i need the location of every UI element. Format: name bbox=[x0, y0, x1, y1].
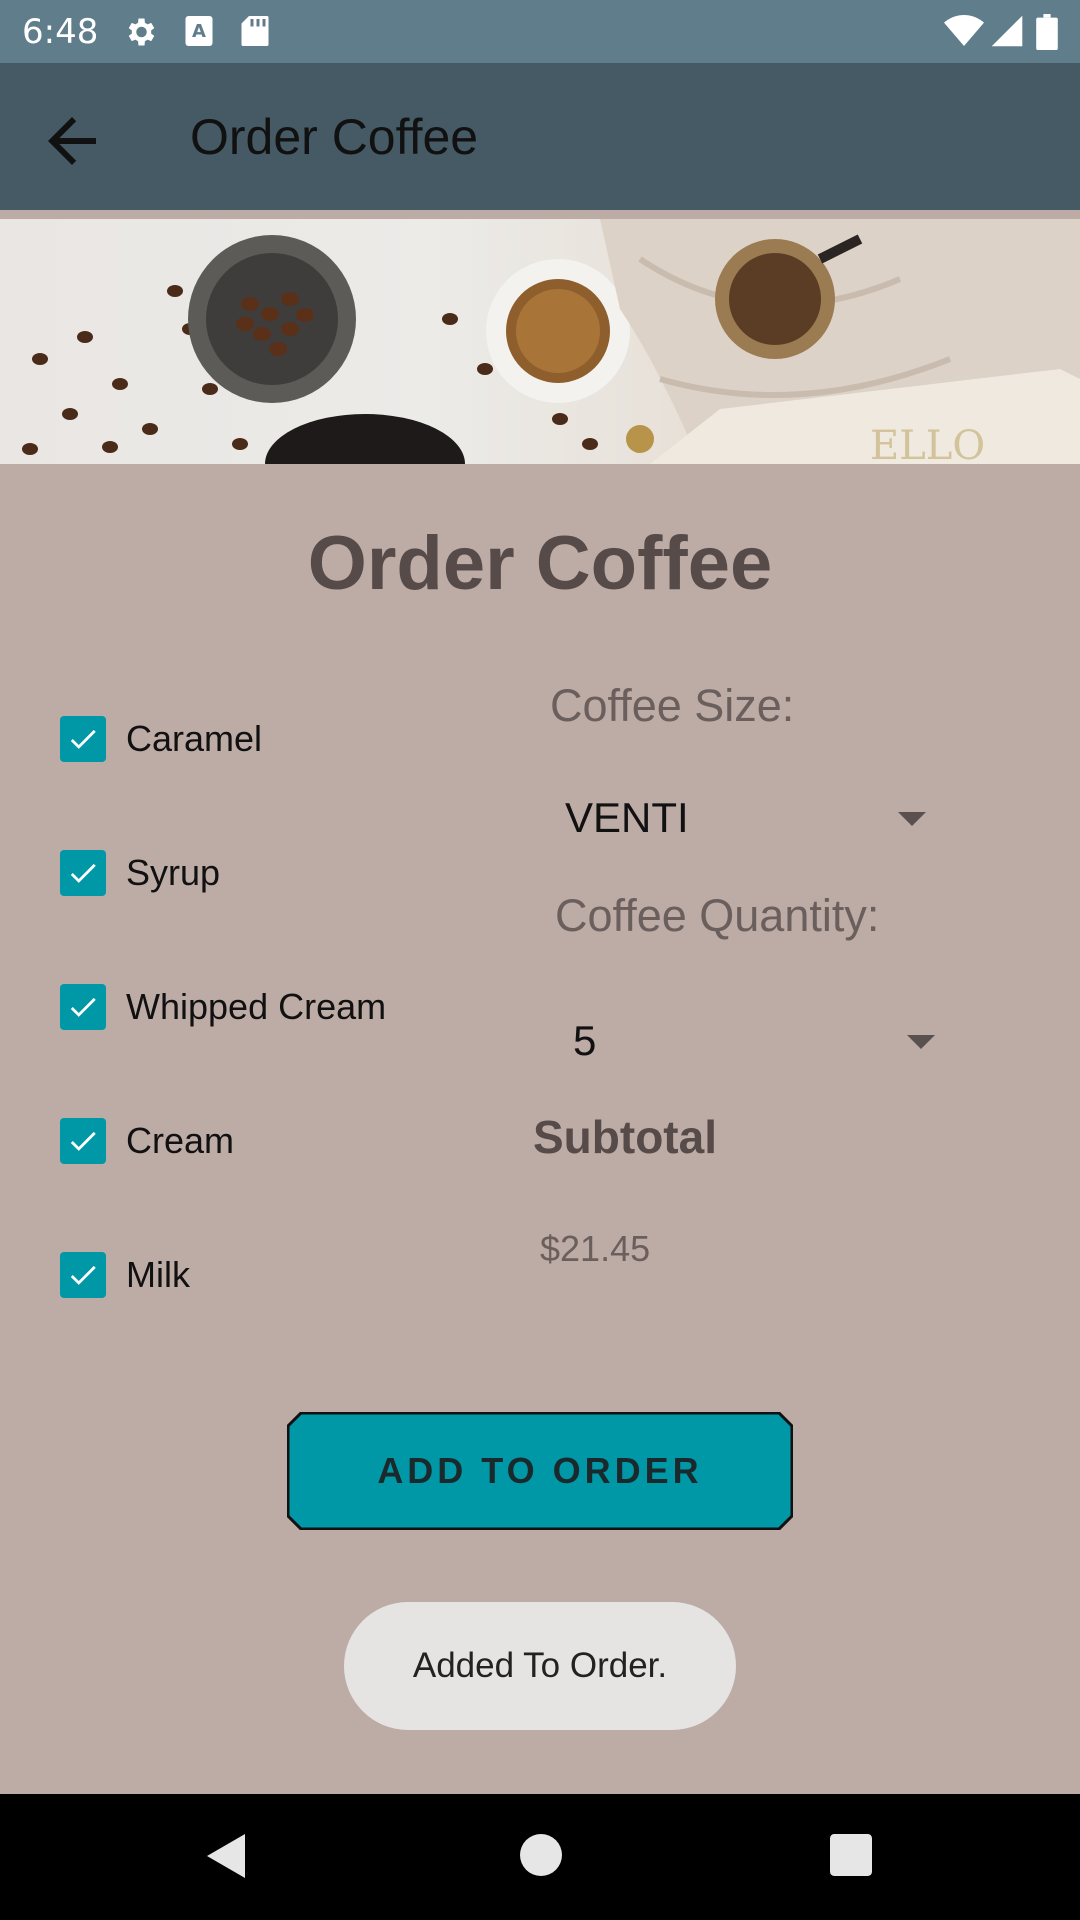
add-to-order-label: ADD TO ORDER bbox=[377, 1450, 703, 1491]
a-text-icon: A bbox=[184, 14, 214, 52]
checkbox-syrup[interactable]: Syrup bbox=[60, 843, 220, 903]
checkbox-cream[interactable]: Cream bbox=[60, 1111, 234, 1171]
checkbox-label: Milk bbox=[126, 1254, 190, 1295]
svg-text:A: A bbox=[192, 21, 206, 42]
add-to-order-button[interactable]: ADD TO ORDER bbox=[287, 1412, 793, 1530]
check-icon bbox=[60, 984, 106, 1030]
checkbox-label: Syrup bbox=[126, 852, 221, 893]
page-heading: Order Coffee bbox=[307, 521, 773, 606]
check-icon bbox=[60, 1118, 106, 1164]
coffee-size-value: VENTI bbox=[565, 794, 689, 841]
checkbox-caramel[interactable]: Caramel bbox=[60, 709, 262, 769]
home-circle-icon[interactable] bbox=[520, 1834, 562, 1880]
coffee-quantity-dropdown[interactable]: 5 bbox=[573, 1003, 973, 1083]
coffee-quantity-value: 5 bbox=[573, 1017, 597, 1064]
coffee-banner-image: ELLO bbox=[0, 219, 1080, 464]
app-title: Order Coffee bbox=[190, 109, 479, 165]
gear-icon bbox=[122, 14, 158, 54]
coffee-size-dropdown[interactable]: VENTI bbox=[565, 780, 965, 860]
coffee-quantity-label: Coffee Quantity: bbox=[555, 890, 880, 941]
checkbox-label: Cream bbox=[126, 1120, 235, 1161]
app-bar: Order Coffee bbox=[0, 63, 1080, 210]
arrow-back-icon[interactable] bbox=[36, 105, 108, 177]
check-icon bbox=[60, 1252, 106, 1298]
wifi-icon bbox=[944, 14, 984, 52]
back-triangle-icon[interactable] bbox=[205, 1832, 249, 1884]
battery-icon bbox=[1036, 14, 1058, 54]
signal-icon bbox=[990, 14, 1024, 52]
sd-card-icon bbox=[240, 14, 270, 52]
coffee-size-label: Coffee Size: bbox=[550, 680, 795, 731]
status-time: 6:48 bbox=[22, 12, 99, 52]
checkbox-milk[interactable]: Milk bbox=[60, 1245, 190, 1305]
subtotal-label: Subtotal bbox=[533, 1111, 717, 1163]
dropdown-arrow-icon bbox=[898, 812, 926, 826]
check-icon bbox=[60, 716, 106, 762]
toast-message: Added To Order. bbox=[344, 1602, 736, 1730]
check-icon bbox=[60, 850, 106, 896]
recents-square-icon[interactable] bbox=[830, 1834, 872, 1880]
navigation-bar bbox=[0, 1794, 1080, 1920]
status-bar: 6:48 A bbox=[0, 0, 1080, 63]
checkbox-whipped-cream[interactable]: Whipped Cream bbox=[60, 977, 386, 1037]
subtotal-value: $21.45 bbox=[540, 1228, 651, 1269]
checkbox-label: Caramel bbox=[126, 718, 263, 759]
svg-text:ELLO: ELLO bbox=[870, 423, 985, 464]
dropdown-arrow-icon bbox=[907, 1035, 935, 1049]
checkbox-label: Whipped Cream bbox=[126, 986, 387, 1027]
